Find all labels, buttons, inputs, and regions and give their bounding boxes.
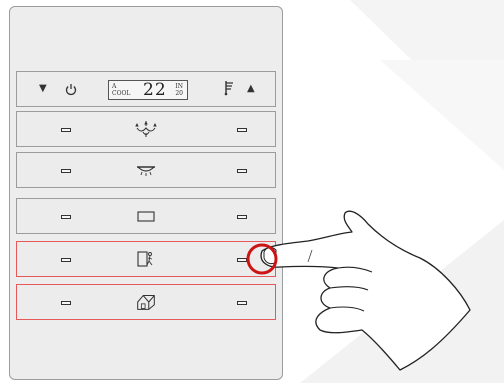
row-5-right-led[interactable] bbox=[237, 301, 247, 305]
row-1-left-led[interactable] bbox=[61, 128, 71, 132]
scene-row-home bbox=[16, 284, 276, 320]
row-3-right-led[interactable] bbox=[237, 215, 247, 219]
scene-row-leave bbox=[16, 241, 276, 277]
door-exit-icon[interactable] bbox=[134, 248, 158, 270]
row-2-left-led[interactable] bbox=[61, 169, 71, 173]
row-2-right-led[interactable] bbox=[237, 169, 247, 173]
house-icon[interactable] bbox=[134, 291, 158, 313]
light-row-ceiling bbox=[16, 152, 276, 188]
setpoint-indicator: IN 20 bbox=[175, 83, 183, 97]
ceiling-lamp-icon[interactable] bbox=[134, 159, 158, 181]
climate-row: ▼ A COOL 22 IN 20 ▲ bbox=[16, 71, 276, 107]
row-1-right-led[interactable] bbox=[237, 128, 247, 132]
arrow-down-icon[interactable]: ▼ bbox=[39, 83, 47, 94]
light-row-panel bbox=[16, 198, 276, 234]
control-panel: ▼ A COOL 22 IN 20 ▲ bbox=[9, 6, 283, 380]
rectangle-icon[interactable] bbox=[134, 205, 158, 227]
row-3-left-led[interactable] bbox=[61, 215, 71, 219]
light-row-chandelier bbox=[16, 111, 276, 147]
mode-indicator: A COOL bbox=[112, 83, 131, 97]
fan-speed-icon[interactable] bbox=[223, 80, 237, 100]
temperature-display: A COOL 22 IN 20 bbox=[108, 80, 188, 100]
row-5-left-led[interactable] bbox=[61, 301, 71, 305]
chandelier-icon[interactable] bbox=[134, 118, 158, 140]
row-4-left-led[interactable] bbox=[61, 258, 71, 262]
row-4-right-led[interactable] bbox=[237, 258, 247, 262]
arrow-up-icon[interactable]: ▲ bbox=[247, 83, 255, 94]
power-icon[interactable] bbox=[65, 81, 77, 100]
current-temperature: 22 bbox=[143, 80, 167, 100]
